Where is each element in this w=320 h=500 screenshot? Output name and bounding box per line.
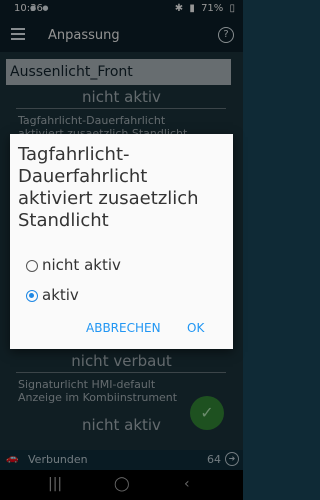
radio-nicht-aktiv[interactable] (26, 260, 38, 272)
ok-button[interactable]: OK (187, 321, 204, 335)
dialog-title: Tagfahrlicht-Dauerfahrlicht aktiviert zu… (18, 144, 199, 231)
option-dialog: Tagfahrlicht-Dauerfahrlicht aktiviert zu… (10, 134, 233, 349)
radio-aktiv[interactable] (26, 290, 38, 302)
radio-label-nicht-aktiv[interactable]: nicht aktiv (42, 256, 121, 274)
radio-label-aktiv[interactable]: aktiv (42, 286, 79, 304)
cancel-button[interactable]: ABBRECHEN (86, 321, 161, 335)
